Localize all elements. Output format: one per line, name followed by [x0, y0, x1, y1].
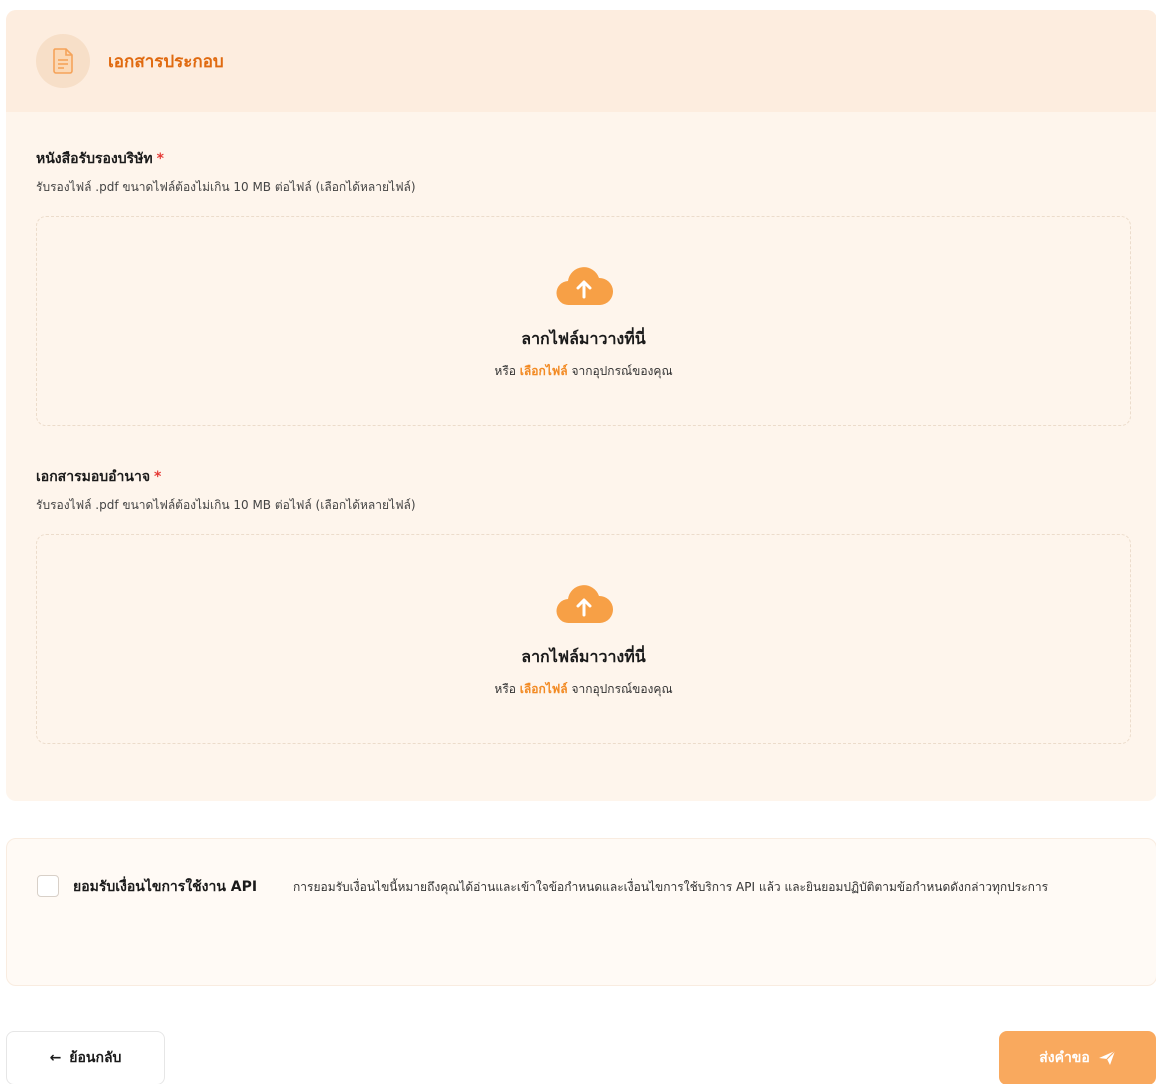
dropzone-subtext: หรือ เลือกไฟล์ จากอุปกรณ์ของคุณ — [494, 364, 673, 378]
choose-file-link[interactable]: เลือกไฟล์ — [520, 682, 568, 696]
choose-file-link[interactable]: เลือกไฟล์ — [520, 364, 568, 378]
required-mark: * — [156, 151, 164, 167]
company-certificate-dropzone[interactable]: ลากไฟล์มาวางที่นี่ หรือ เลือกไฟล์ จากอุป… — [36, 216, 1131, 426]
terms-description: การยอมรับเงื่อนไขนี้หมายถึงคุณได้อ่านและ… — [293, 880, 1049, 894]
back-button-label: ย้อนกลับ — [69, 1050, 122, 1066]
power-of-attorney-section: เอกสารมอบอำนาจ * รับรองไฟล์ .pdf ขนาดไฟล์… — [36, 466, 1131, 744]
cloud-upload-icon — [556, 267, 613, 306]
arrow-left-icon: ← — [49, 1050, 62, 1066]
file-requirement-hint: รับรองไฟล์ .pdf ขนาดไฟล์ต้องไม่เกิน 10 M… — [36, 180, 416, 194]
documents-card-header: เอกสารประกอบ — [6, 10, 1156, 112]
submit-button-label: ส่งคำขอ — [1039, 1050, 1090, 1066]
cloud-upload-icon — [556, 585, 613, 624]
document-icon — [53, 48, 73, 74]
header-icon-badge — [36, 34, 90, 88]
file-requirement-hint: รับรองไฟล์ .pdf ขนาดไฟล์ต้องไม่เกิน 10 M… — [36, 498, 416, 512]
required-mark: * — [154, 469, 162, 485]
section-title: เอกสารประกอบ — [108, 51, 224, 72]
power-of-attorney-label: เอกสารมอบอำนาจ — [36, 469, 151, 485]
accept-terms-checkbox[interactable] — [37, 875, 59, 897]
back-button[interactable]: ← ย้อนกลับ — [6, 1031, 165, 1084]
submit-request-button[interactable]: ส่งคำขอ — [999, 1031, 1156, 1084]
company-certificate-section: หนังสือรับรองบริษัท * รับรองไฟล์ .pdf ขนา… — [36, 148, 1131, 426]
dropzone-title: ลากไฟล์มาวางที่นี่ — [521, 647, 646, 666]
documents-card: เอกสารประกอบ หนังสือรับรองบริษัท * รับรอง… — [6, 10, 1156, 801]
accept-terms-label[interactable]: ยอมรับเงื่อนไขการใช้งาน API — [73, 876, 263, 898]
send-icon — [1098, 1050, 1116, 1065]
dropzone-title: ลากไฟล์มาวางที่นี่ — [521, 329, 646, 348]
power-of-attorney-dropzone[interactable]: ลากไฟล์มาวางที่นี่ หรือ เลือกไฟล์ จากอุป… — [36, 534, 1131, 744]
company-certificate-label: หนังสือรับรองบริษัท — [36, 151, 153, 167]
dropzone-subtext: หรือ เลือกไฟล์ จากอุปกรณ์ของคุณ — [494, 682, 673, 696]
terms-card: ยอมรับเงื่อนไขการใช้งาน API การยอมรับเงื… — [6, 838, 1156, 986]
